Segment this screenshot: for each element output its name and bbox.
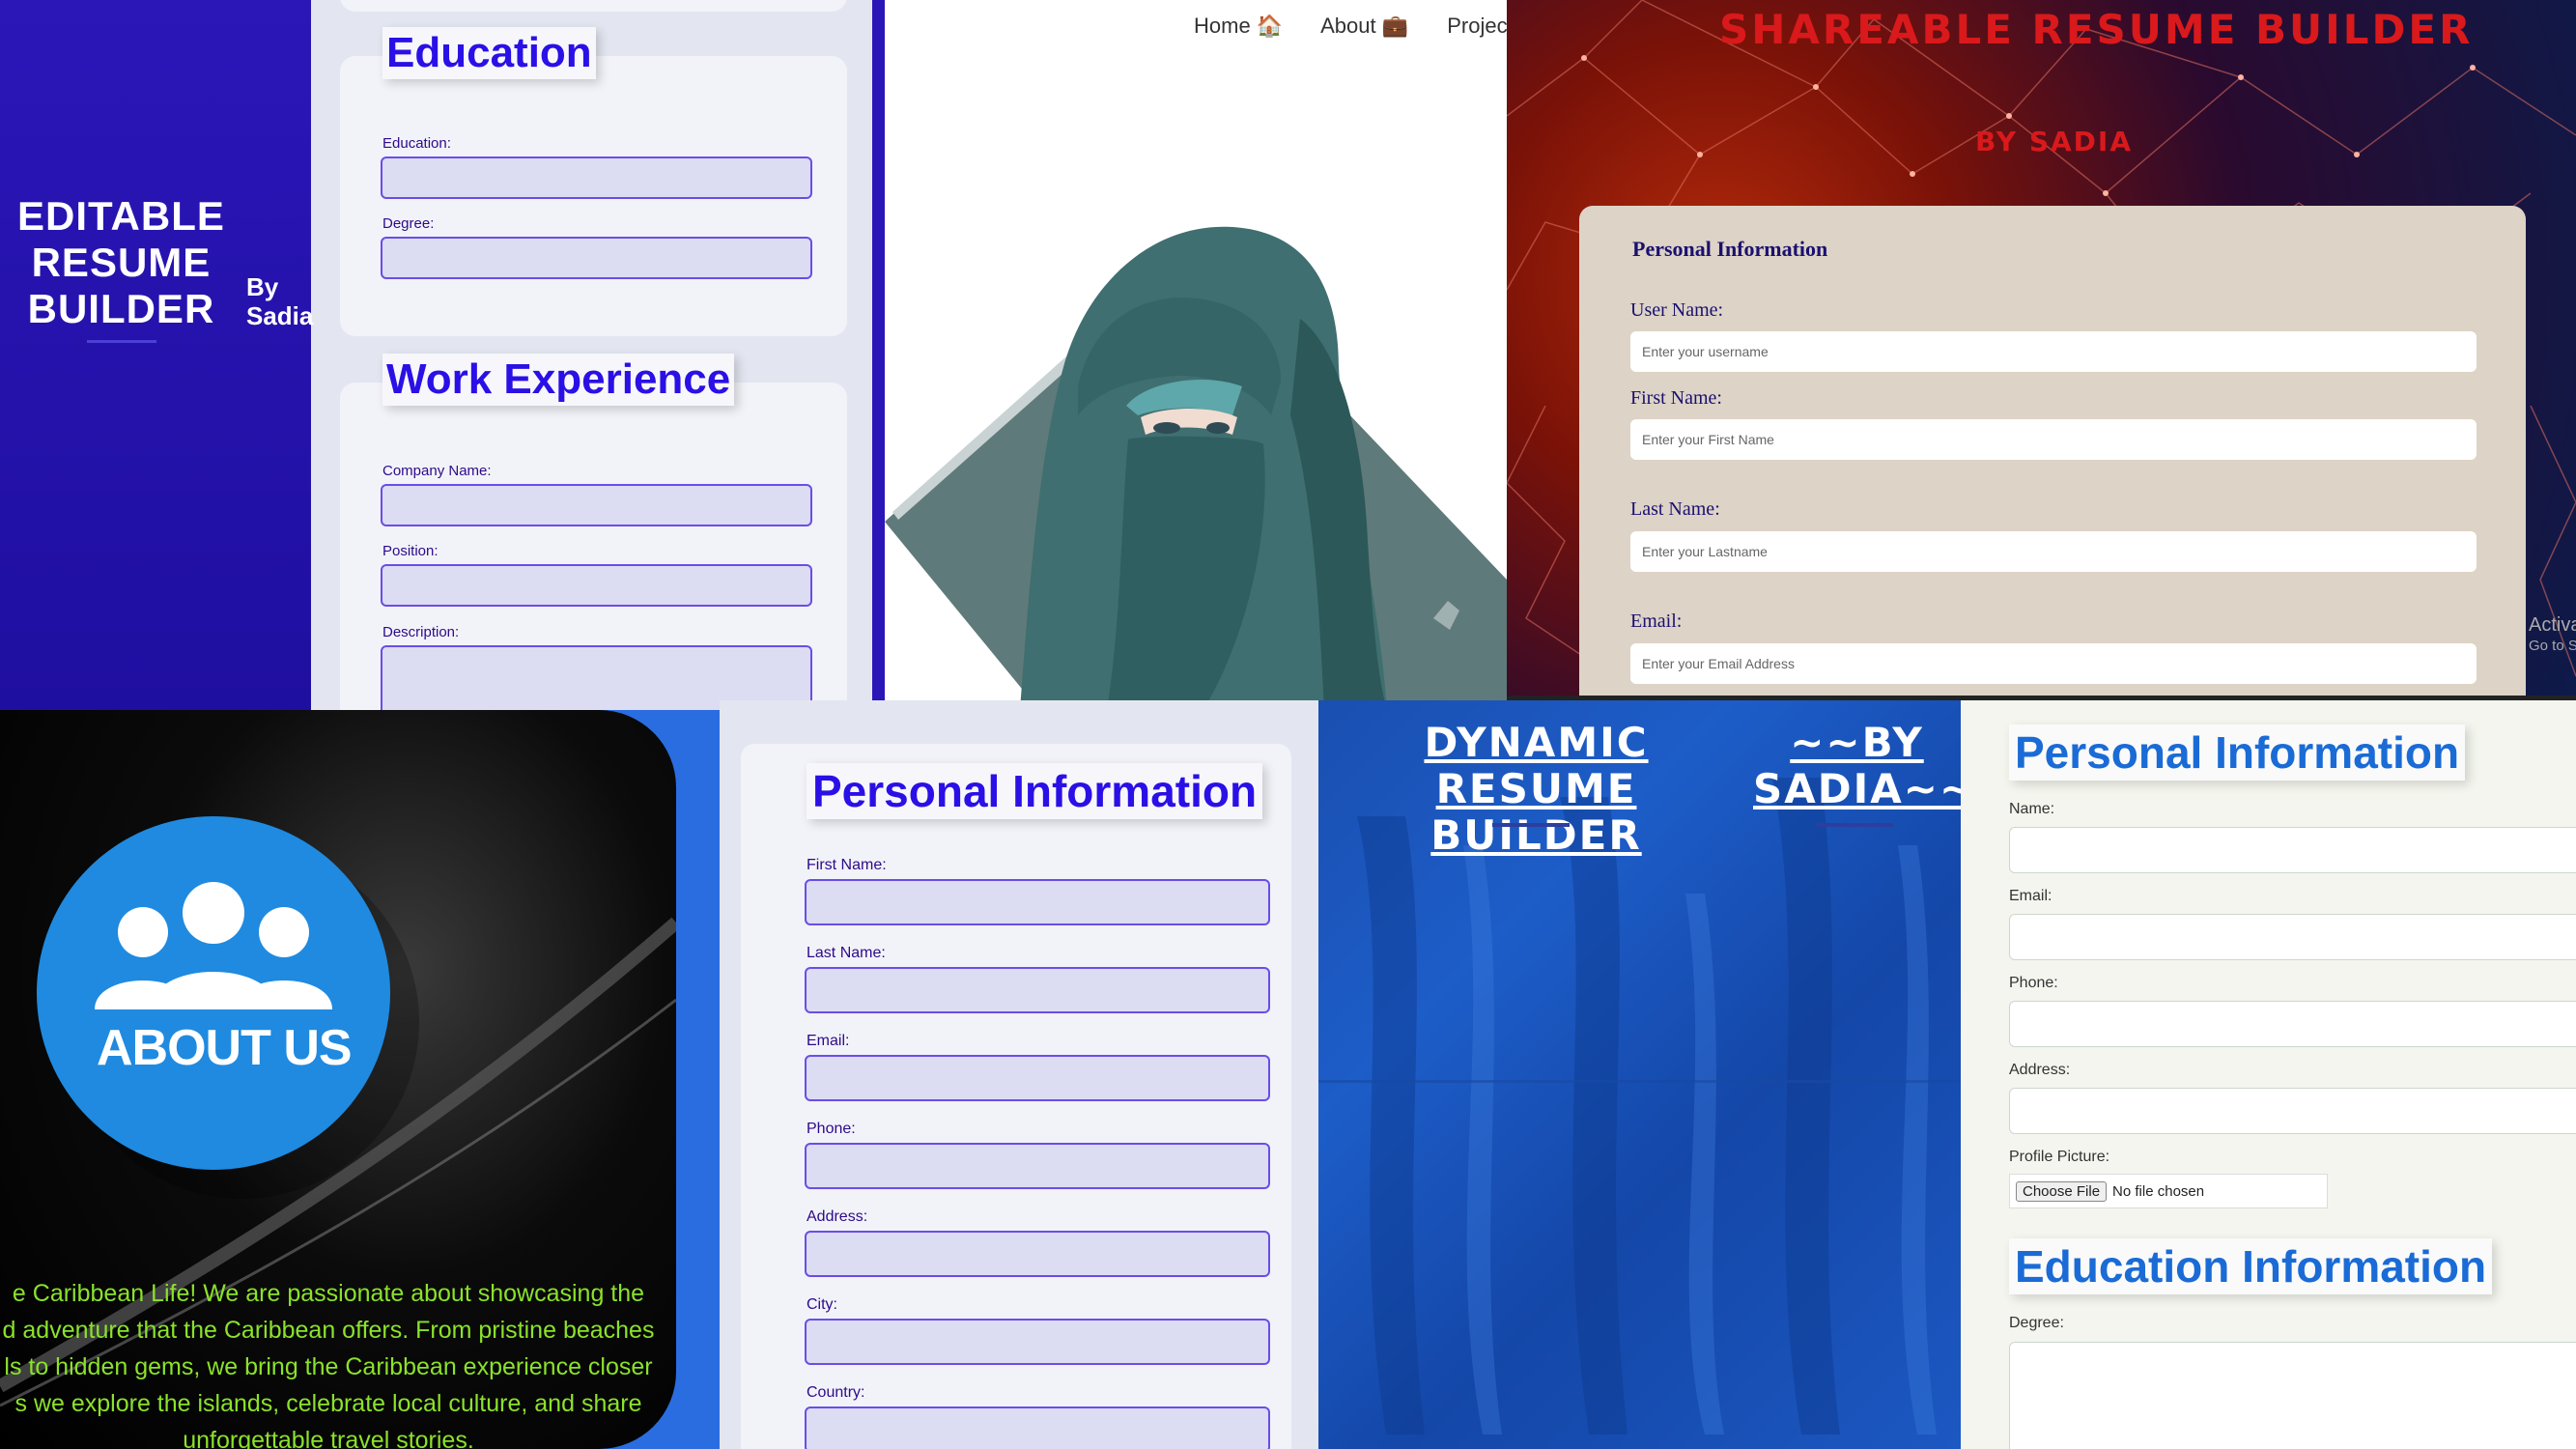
last-name-label: Last Name:: [807, 945, 886, 961]
education-input[interactable]: [381, 156, 812, 199]
email-label: Email:: [807, 1033, 850, 1049]
page-author: BY SADIA: [1975, 126, 2133, 157]
email-input[interactable]: Enter your Email Address: [1630, 643, 2477, 684]
education-heading: Education: [382, 27, 596, 79]
username-input[interactable]: Enter your username: [1630, 331, 2477, 372]
education-card: Education Education: Degree:: [340, 27, 847, 336]
company-label: Company Name:: [382, 463, 492, 479]
phone-input[interactable]: [2009, 1001, 2576, 1047]
city-label: City:: [807, 1296, 837, 1313]
file-input[interactable]: Choose File No file chosen: [2009, 1174, 2328, 1208]
title-underline: [1492, 823, 1570, 827]
work-card: Work Experience Company Name: Position: …: [340, 354, 847, 710]
shareable-resume-builder-panel: SHAREABLE RESUME BUILDER BY SADIA Person…: [1507, 0, 2576, 696]
personal-info-card: Personal Information First Name: Last Na…: [741, 744, 1291, 1449]
address-label: Address:: [2009, 1062, 2071, 1078]
about-us-panel: ABOUT US e Caribbean Life! We are passio…: [0, 710, 720, 1449]
position-label: Position:: [382, 543, 439, 559]
degree-textarea[interactable]: [2009, 1342, 2576, 1449]
work-heading: Work Experience: [382, 354, 735, 406]
personal-education-panel: Personal Information Name: Email: Phone:…: [1961, 700, 2576, 1449]
company-input[interactable]: [381, 484, 812, 526]
title-underline: [87, 340, 156, 343]
email-input[interactable]: [2009, 914, 2576, 960]
lastname-input[interactable]: Enter your Lastname: [1630, 531, 2477, 572]
file-status: No file chosen: [2112, 1183, 2205, 1200]
degree-input[interactable]: [381, 237, 812, 279]
home-about-panel: Home 🏠 About 💼 Project: [885, 0, 1507, 710]
name-input[interactable]: [2009, 827, 2576, 873]
address-input[interactable]: [2009, 1088, 2576, 1134]
page-title: SHAREABLE RESUME BUILDER: [1719, 6, 2474, 53]
name-label: Name:: [2009, 801, 2055, 817]
about-logo: [37, 816, 390, 1170]
dynamic-author: ~~BY SADIA~~: [1753, 719, 1961, 812]
about-paragraph: e Caribbean Life! We are passionate abou…: [2, 1280, 655, 1449]
username-label: User Name:: [1630, 299, 1724, 321]
about-us-text: ABOUT US: [97, 1020, 353, 1076]
first-name-input[interactable]: [805, 879, 1270, 925]
dynamic-resume-builder-panel: DYNAMIC RESUME BUILDER ~~BY SADIA~~: [1318, 700, 1961, 1449]
city-input[interactable]: [805, 1319, 1270, 1365]
phone-input[interactable]: [805, 1143, 1270, 1189]
sidebar-author: By Sadia: [246, 272, 314, 330]
users-icon: [95, 882, 332, 1009]
description-label: Description:: [382, 624, 460, 640]
sidebar-title: EDITABLE RESUME BUILDER: [17, 193, 225, 331]
last-name-input[interactable]: [805, 967, 1270, 1013]
personal-info-heading: Personal Information: [807, 763, 1263, 819]
degree-label: Degree:: [2009, 1315, 2064, 1331]
first-name-label: First Name:: [807, 857, 887, 873]
lastname-label: Last Name:: [1630, 498, 1720, 520]
education-label: Education:: [382, 135, 451, 152]
education-info-heading: Education Information: [2009, 1238, 2493, 1294]
email-label: Email:: [2009, 888, 2052, 904]
country-label: Country:: [807, 1384, 865, 1401]
phone-label: Phone:: [2009, 975, 2058, 991]
address-input[interactable]: [805, 1231, 1270, 1277]
editable-resume-builder-panel: EDITABLE RESUME BUILDER By Sadia Educati…: [0, 0, 885, 710]
profile-picture-label: Profile Picture:: [2009, 1149, 2110, 1165]
divider: [872, 0, 885, 710]
sidebar: EDITABLE RESUME BUILDER By Sadia: [0, 0, 314, 710]
email-label: Email:: [1630, 611, 1683, 632]
position-input[interactable]: [381, 564, 812, 607]
section-title: Personal Information: [1632, 237, 1828, 261]
top-card: [340, 0, 847, 12]
firstname-input[interactable]: Enter your First Name: [1630, 419, 2477, 460]
country-input[interactable]: [805, 1406, 1270, 1449]
choose-file-button[interactable]: Choose File: [2016, 1181, 2108, 1202]
personal-info-panel: Personal Information First Name: Last Na…: [720, 700, 1318, 1449]
email-input[interactable]: [805, 1055, 1270, 1101]
dynamic-title: DYNAMIC RESUME BUILDER: [1424, 719, 1649, 859]
degree-label: Degree:: [382, 215, 435, 232]
personal-info-heading: Personal Information: [2009, 724, 2466, 781]
firstname-label: First Name:: [1630, 387, 1722, 409]
phone-label: Phone:: [807, 1121, 856, 1137]
address-label: Address:: [807, 1208, 868, 1225]
activate-windows-watermark: Activa Go to S: [2529, 614, 2576, 654]
hijabi-illustration: [885, 226, 1507, 710]
author-underline: [1816, 823, 1893, 827]
